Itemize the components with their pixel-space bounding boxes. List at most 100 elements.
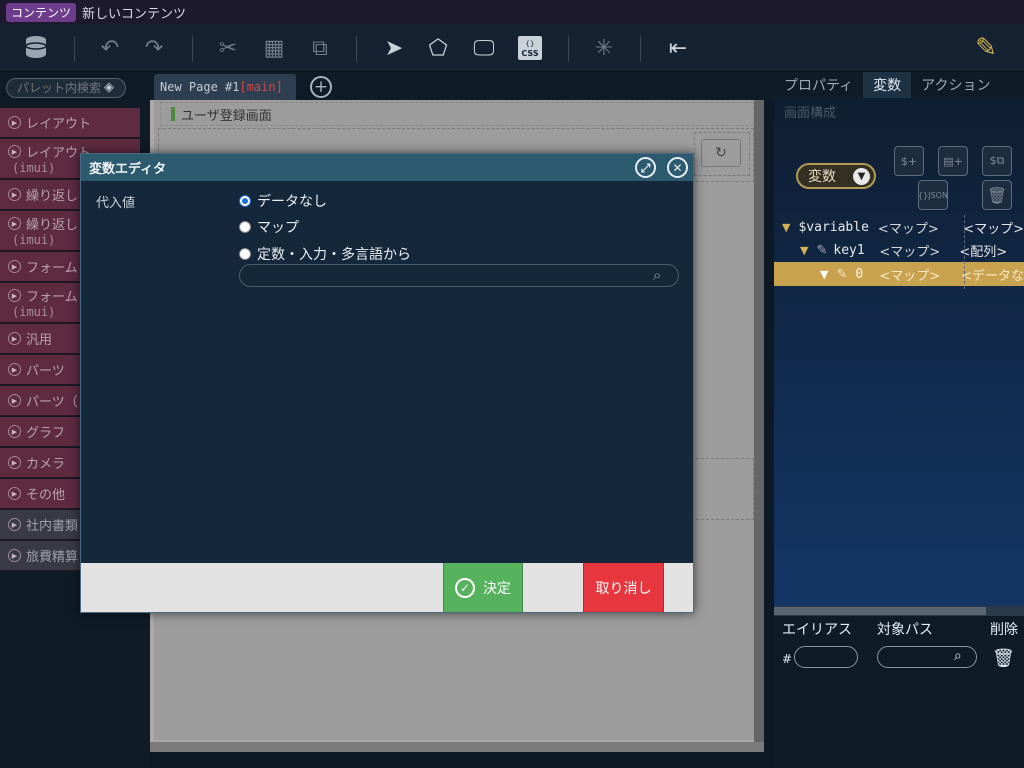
expand-triangle-icon[interactable]: ▼ [782, 221, 790, 234]
tree-type: <マップ> [879, 244, 941, 260]
screen-structure-link[interactable]: 画面構成 [784, 102, 836, 121]
canvas-horizontal-scrollbar[interactable] [150, 742, 764, 752]
preview-icon[interactable]: 🖵 [470, 34, 498, 62]
palette-item-row: ▶ 繰り返し [8, 214, 78, 233]
reload-container[interactable]: ↻ [694, 132, 750, 176]
play-icon: ▶ [8, 332, 21, 345]
palette-item-row: ▶ 汎用 [8, 329, 52, 348]
palette-item-row: ▶ カメラ [8, 453, 65, 472]
cut-icon[interactable]: ✂ [214, 34, 242, 62]
path-input[interactable] [877, 646, 977, 668]
palette-item-label: 旅費精算 [26, 550, 79, 565]
copy-icon[interactable]: ▦ [260, 34, 288, 62]
tree-extra: <配列> [959, 244, 1008, 260]
copy-variable-icon[interactable]: $⧉ [982, 146, 1012, 176]
tree-row-variable[interactable]: ▼ $variable <マップ> <マップ> [774, 215, 1024, 239]
add-db-variable-icon[interactable]: ▤+ [938, 146, 968, 176]
page-tab-main[interactable]: New Page #1 [main] [154, 74, 296, 100]
app-badge[interactable]: コンテンツ [6, 2, 77, 22]
tree-row-selected[interactable]: ▼ ✎ 0 <マップ> <データな [774, 262, 1024, 286]
radio-constant[interactable] [239, 248, 251, 260]
column-divider [964, 215, 965, 289]
edit-icon[interactable]: ✎ [972, 33, 1000, 63]
scrollbar-thumb[interactable] [774, 607, 986, 615]
loading-icon[interactable]: ✳ [590, 34, 618, 62]
reload-icon[interactable]: ↻ [701, 139, 741, 167]
radio-map[interactable] [239, 221, 251, 233]
play-icon: ▶ [8, 188, 21, 201]
pointer-icon[interactable]: ➤ [380, 34, 408, 62]
title-bar: コンテンツ 新しいコンテンツ [0, 0, 1024, 24]
chevron-down-icon: ▼ [853, 168, 870, 185]
css-icon[interactable]: {} CSS [516, 34, 544, 62]
palette-item-row: ▶ パーツ [8, 360, 65, 379]
redo-icon[interactable]: ↷ [140, 34, 168, 62]
search-icon[interactable]: ⌕ [954, 648, 962, 664]
right-panel-tabs: プロパティ 変数 アクション [774, 72, 1024, 98]
ok-button[interactable]: ✓ 決定 [443, 563, 523, 612]
database-icon[interactable] [22, 34, 50, 62]
palette-item-sub: (imui) [12, 305, 56, 319]
dialog-title: 変数エディタ [89, 162, 167, 177]
tab-variables[interactable]: 変数 [863, 72, 912, 98]
delete-column-header: 削除 [990, 622, 1018, 638]
play-icon: ▶ [8, 394, 21, 407]
tree-row-key1[interactable]: ▼ ✎ key1 <マップ> <配列> [774, 238, 1024, 262]
play-icon: ▶ [8, 456, 21, 469]
search-icon[interactable]: ⌕ [653, 266, 661, 284]
alias-input[interactable] [794, 646, 858, 668]
tab-properties[interactable]: プロパティ [774, 72, 863, 98]
option-label: 定数・入力・多言語から [257, 247, 411, 263]
select-area-icon[interactable]: ⬠ [424, 34, 452, 62]
add-variable-icon[interactable]: $+ [894, 146, 924, 176]
palette-item-row: ▶ フォーム [8, 257, 78, 276]
variable-type-value: 変数 [808, 169, 836, 185]
undo-icon[interactable]: ↶ [96, 34, 124, 62]
path-column-header: 対象パス [877, 622, 933, 638]
dialog-title-bar[interactable]: 変数エディタ ⤢ ✕ [81, 154, 693, 181]
palette-item-sub: (imui) [12, 161, 56, 175]
eraser-icon[interactable]: ◈ [104, 80, 114, 95]
tree-name: 0 [855, 266, 864, 282]
tab-actions[interactable]: アクション [911, 72, 1000, 98]
maximize-icon[interactable]: ⤢ [635, 157, 656, 178]
document-title: 新しいコンテンツ [82, 6, 187, 22]
palette-item-label: フォーム [26, 261, 78, 276]
add-page-button[interactable]: + [310, 76, 332, 98]
trash-icon[interactable]: 🗑 [982, 180, 1012, 210]
palette-item-row: ▶ 旅費精算 [8, 546, 78, 565]
palette-item-sub: (imui) [12, 233, 56, 247]
palette-item-row: ▶ その他 [8, 484, 65, 503]
palette-item-label: パーツ [26, 364, 65, 379]
canvas-vertical-scrollbar[interactable] [754, 100, 764, 752]
palette-item-label: カメラ [26, 457, 66, 472]
page-tab-tag: [main] [239, 80, 283, 94]
tree-type: <マップ> [879, 268, 941, 284]
cancel-button[interactable]: 取り消し [583, 563, 664, 612]
close-icon[interactable]: ✕ [667, 157, 688, 178]
palette-item-label: レイアウト [26, 117, 92, 132]
expand-triangle-icon[interactable]: ▼ [820, 268, 828, 281]
radio-no-data[interactable] [239, 195, 251, 207]
palette-item-label: パーツ（ [26, 395, 78, 410]
panel-icon[interactable]: ⇤ [664, 34, 692, 62]
paste-icon[interactable]: ⧉ [306, 34, 334, 62]
palette-item-row: ▶ レイアウト [8, 142, 91, 161]
variable-type-dropdown[interactable]: 変数 ▼ [796, 163, 876, 189]
constant-input[interactable] [239, 264, 679, 287]
play-icon: ▶ [8, 116, 21, 129]
palette-item-label: その他 [26, 488, 66, 503]
option-constant[interactable]: 定数・入力・多言語から [239, 244, 411, 264]
trash-icon[interactable]: 🗑 [992, 648, 1015, 669]
palette-item[interactable]: ▶ レイアウト [0, 108, 140, 138]
svg-text:CSS: CSS [521, 49, 538, 58]
tree-horizontal-scrollbar[interactable] [774, 606, 1024, 616]
page-tab-bar: New Page #1 [main] + [150, 72, 774, 100]
option-map[interactable]: マップ [239, 217, 299, 237]
play-icon: ▶ [8, 217, 21, 230]
json-icon[interactable]: {}JSON [918, 180, 948, 210]
right-panel: プロパティ 変数 アクション 画面構成 変数 ▼ $+ ▤+ $⧉ {}JSON… [774, 72, 1024, 768]
expand-triangle-icon[interactable]: ▼ [800, 244, 808, 257]
play-icon: ▶ [8, 487, 21, 500]
option-no-data[interactable]: データなし [239, 191, 327, 211]
